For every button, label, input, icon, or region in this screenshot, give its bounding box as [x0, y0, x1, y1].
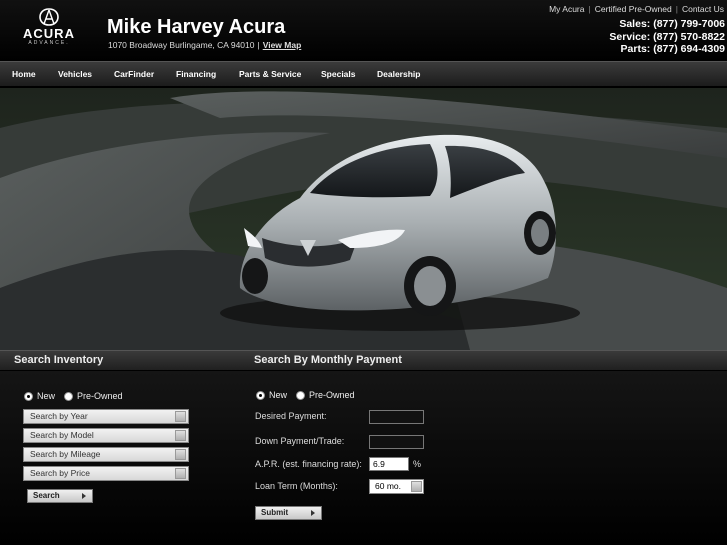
inventory-new-radio[interactable]	[24, 391, 33, 401]
dropdown-arrow-icon	[411, 481, 422, 492]
nav-financing[interactable]: Financing	[176, 69, 216, 79]
payment-preowned-label: Pre-Owned	[309, 390, 355, 400]
address-separator: |	[257, 40, 260, 50]
search-by-price-select[interactable]: Search by Price	[23, 466, 189, 481]
nav-specials[interactable]: Specials	[321, 69, 356, 79]
play-arrow-icon	[311, 510, 315, 516]
car-photo-illustration	[0, 88, 727, 350]
inventory-condition-radios: New Pre-Owned	[24, 391, 132, 401]
search-by-model-select[interactable]: Search by Model	[23, 428, 189, 443]
search-by-year-select[interactable]: Search by Year	[23, 409, 189, 424]
apr-input[interactable]: 6.9	[369, 457, 409, 471]
nav-home[interactable]: Home	[12, 69, 36, 79]
inventory-preowned-radio[interactable]	[64, 391, 74, 401]
search-inventory-header: Search Inventory	[0, 350, 242, 370]
nav-dealership[interactable]: Dealership	[377, 69, 420, 79]
search-by-mileage-select[interactable]: Search by Mileage	[23, 447, 189, 462]
dropdown-arrow-icon	[175, 468, 186, 479]
select-label: Search by Mileage	[30, 449, 101, 459]
monthly-payment-header: Search By Monthly Payment	[242, 350, 727, 370]
play-arrow-icon	[82, 493, 86, 499]
submit-button[interactable]: Submit	[255, 506, 322, 520]
monthly-payment-title: Search By Monthly Payment	[254, 354, 402, 366]
select-label: Search by Model	[30, 430, 94, 440]
parts-phone[interactable]: Parts: (877) 694-4309	[609, 43, 725, 56]
top-link-separator: |	[675, 4, 678, 14]
down-payment-input[interactable]	[369, 435, 424, 449]
header: ACURA ADVANCE. Mike Harvey Acura 1070 Br…	[0, 0, 727, 61]
inventory-preowned-label: Pre-Owned	[77, 391, 123, 401]
loan-term-value: 60 mo.	[375, 481, 401, 491]
inventory-new-label: New	[37, 391, 56, 401]
acura-logo[interactable]: ACURA ADVANCE.	[14, 8, 84, 54]
apr-percent-sign: %	[413, 459, 422, 469]
service-phone[interactable]: Service: (877) 570-8822	[609, 31, 725, 44]
phone-numbers: Sales: (877) 799-7006 Service: (877) 570…	[609, 18, 725, 56]
select-label: Search by Price	[30, 468, 90, 478]
loan-term-select[interactable]: 60 mo.	[369, 479, 424, 494]
dropdown-arrow-icon	[175, 411, 186, 422]
payment-condition-radios: New Pre-Owned	[256, 390, 364, 400]
my-acura-link[interactable]: My Acura	[549, 4, 584, 14]
dealer-name: Mike Harvey Acura	[107, 16, 286, 38]
search-inventory-title: Search Inventory	[14, 354, 104, 366]
submit-button-label: Submit	[261, 508, 289, 517]
nav-vehicles[interactable]: Vehicles	[58, 69, 92, 79]
payment-preowned-radio[interactable]	[296, 390, 306, 400]
select-label: Search by Year	[30, 411, 88, 421]
search-button-label: Search	[33, 491, 60, 500]
nav-carfinder[interactable]: CarFinder	[114, 69, 154, 79]
hero-banner[interactable]	[0, 88, 727, 350]
apr-label: A.P.R. (est. financing rate):	[255, 459, 362, 469]
dealer-address: 1070 Broadway Burlingame, CA 94010	[108, 40, 255, 50]
payment-new-radio[interactable]	[256, 390, 265, 400]
nav-parts-service[interactable]: Parts & Service	[239, 69, 301, 79]
loan-term-label: Loan Term (Months):	[255, 481, 338, 491]
main-nav: Home Vehicles CarFinder Financing Parts …	[0, 61, 727, 87]
certified-pre-owned-link[interactable]: Certified Pre-Owned	[595, 4, 672, 14]
top-links: My Acura | Certified Pre-Owned | Contact Us	[549, 4, 724, 14]
down-payment-label: Down Payment/Trade:	[255, 436, 345, 446]
desired-payment-input[interactable]	[369, 410, 424, 424]
logo-brand: ACURA	[23, 26, 75, 41]
search-button[interactable]: Search	[27, 489, 93, 503]
payment-new-label: New	[269, 390, 288, 400]
dropdown-arrow-icon	[175, 449, 186, 460]
desired-payment-label: Desired Payment:	[255, 411, 327, 421]
sales-phone[interactable]: Sales: (877) 799-7006	[609, 18, 725, 31]
contact-us-link[interactable]: Contact Us	[682, 4, 724, 14]
dealer-address-line: 1070 Broadway Burlingame, CA 94010 | View …	[108, 40, 301, 50]
dropdown-arrow-icon	[175, 430, 186, 441]
acura-caliper-icon	[39, 8, 59, 26]
top-link-separator: |	[588, 4, 591, 14]
view-map-link[interactable]: View Map	[263, 40, 302, 50]
